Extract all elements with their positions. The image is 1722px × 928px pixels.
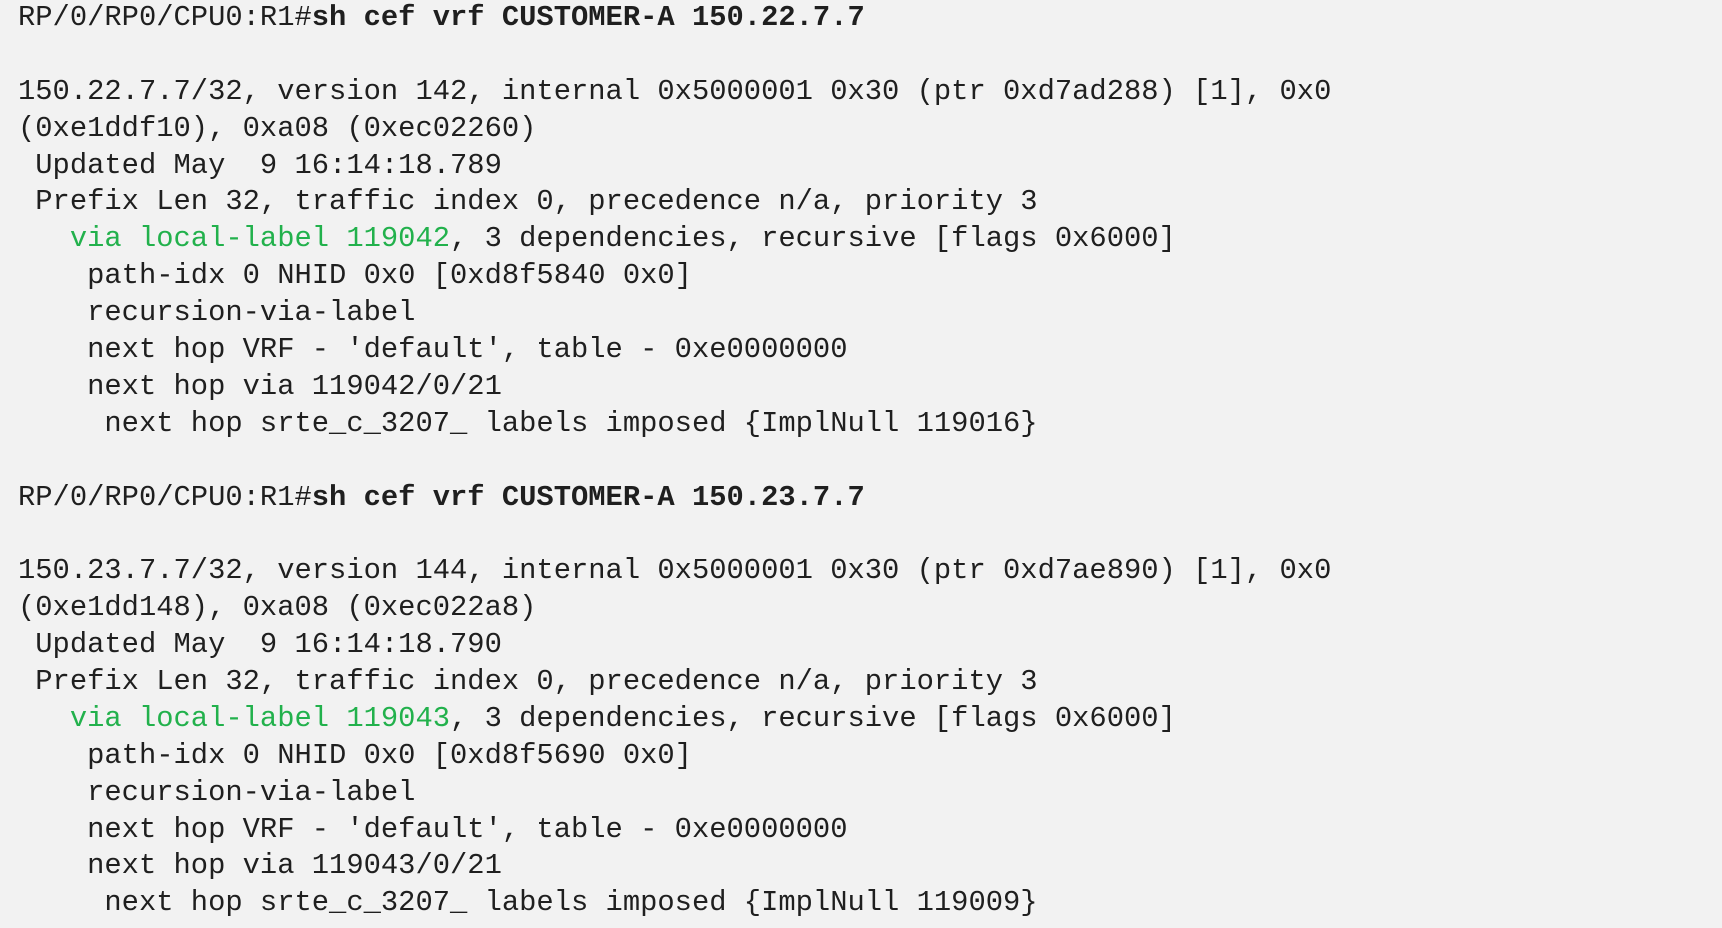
prompt-line: RP/0/RP0/CPU0:R1#sh cef vrf CUSTOMER-A 1…	[18, 480, 1722, 517]
command: sh cef vrf CUSTOMER-A 150.23.7.7	[311, 480, 865, 514]
prompt-line: RP/0/RP0/CPU0:R1#sh cef vrf CUSTOMER-A 1…	[18, 0, 1722, 37]
cef-entry-line: 150.22.7.7/32, version 142, internal 0x5…	[18, 74, 1332, 108]
next-hop-via-line: next hop via 119042/0/21	[18, 369, 502, 403]
via-line: via local-label 119042, 3 dependencies, …	[18, 221, 1722, 258]
path-idx-line: path-idx 0 NHID 0x0 [0xd8f5690 0x0]	[18, 738, 692, 772]
next-hop-srte-line: next hop srte_c_3207_ labels imposed {Im…	[18, 406, 1038, 440]
next-hop-srte-line: next hop srte_c_3207_ labels imposed {Im…	[18, 886, 1038, 920]
next-hop-vrf-line: next hop VRF - 'default', table - 0xe000…	[18, 333, 848, 367]
prompt: RP/0/RP0/CPU0:R1#	[18, 1, 312, 34]
next-hop-vrf-line: next hop VRF - 'default', table - 0xe000…	[18, 812, 848, 846]
terminal-output: RP/0/RP0/CPU0:R1#sh cef vrf CUSTOMER-A 1…	[0, 0, 1722, 928]
via-indent	[18, 222, 70, 255]
recursion-line: recursion-via-label	[18, 296, 416, 330]
recursion-line: recursion-via-label	[18, 775, 416, 809]
prefix-len-line: Prefix Len 32, traffic index 0, preceden…	[18, 185, 1038, 219]
cef-entry-line: (0xe1dd148), 0xa08 (0xec022a8)	[18, 591, 537, 625]
path-idx-line: path-idx 0 NHID 0x0 [0xd8f5840 0x0]	[18, 259, 692, 293]
via-details: , 3 dependencies, recursive [flags 0x600…	[450, 222, 1176, 256]
prefix-len-line: Prefix Len 32, traffic index 0, preceden…	[18, 665, 1038, 699]
via-indent	[18, 702, 70, 735]
via-local-label: via local-label 119042	[69, 222, 451, 256]
updated-line: Updated May 9 16:14:18.790	[18, 628, 502, 662]
via-line: via local-label 119043, 3 dependencies, …	[18, 701, 1722, 738]
cef-entry-line: (0xe1ddf10), 0xa08 (0xec02260)	[18, 111, 537, 145]
cef-entry-line: 150.23.7.7/32, version 144, internal 0x5…	[18, 554, 1332, 588]
prompt: RP/0/RP0/CPU0:R1#	[18, 480, 312, 514]
via-local-label: via local-label 119043	[69, 701, 451, 735]
command: sh cef vrf CUSTOMER-A 150.22.7.7	[311, 1, 865, 34]
updated-line: Updated May 9 16:14:18.789	[18, 148, 502, 182]
via-details: , 3 dependencies, recursive [flags 0x600…	[450, 701, 1176, 735]
next-hop-via-line: next hop via 119043/0/21	[18, 849, 502, 883]
